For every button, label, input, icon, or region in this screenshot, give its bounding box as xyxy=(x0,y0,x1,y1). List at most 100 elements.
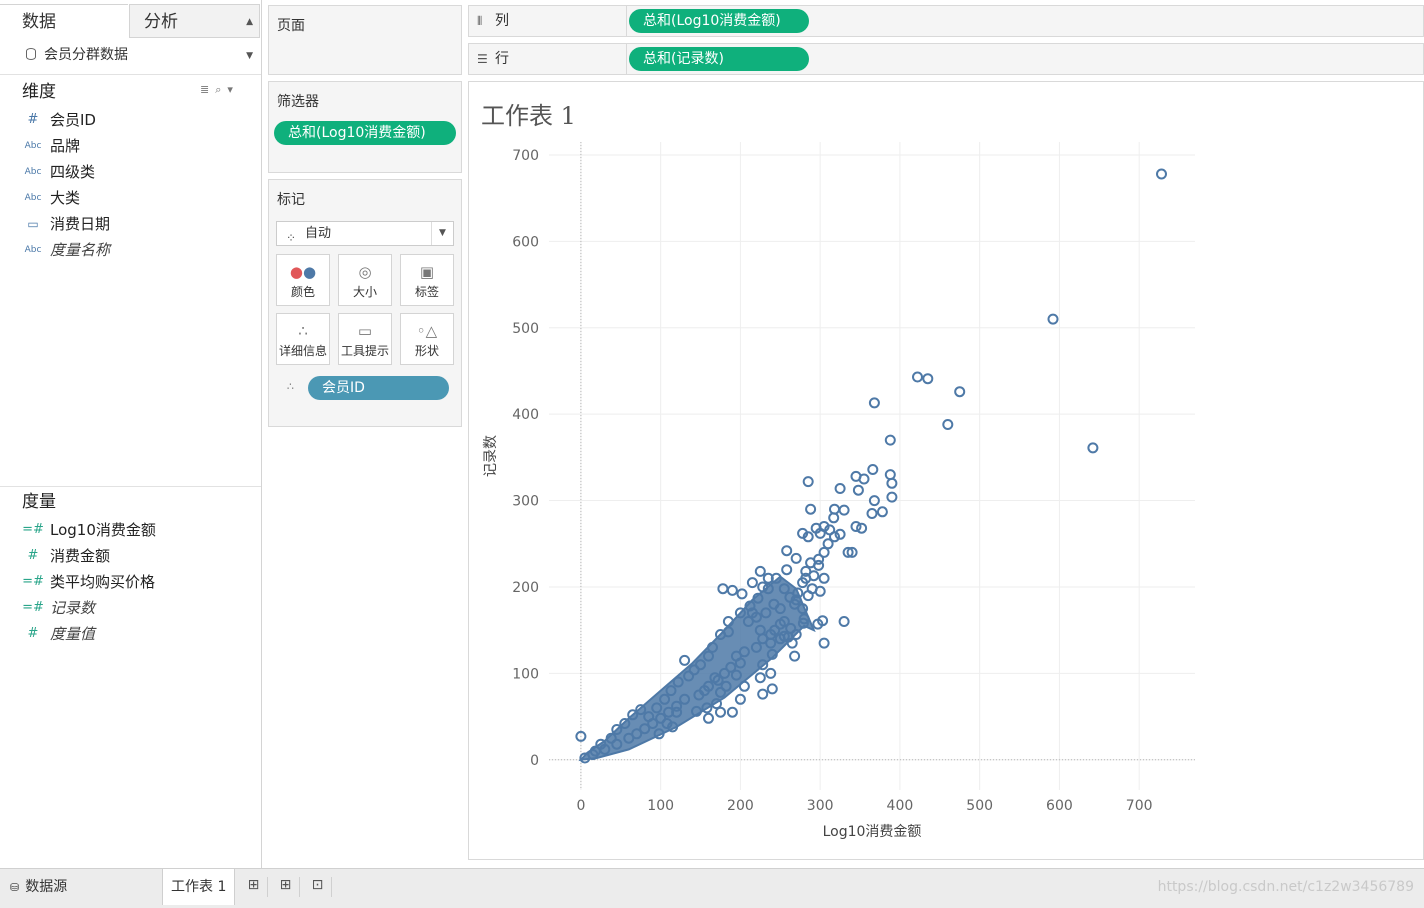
number-icon: # xyxy=(27,112,39,127)
rows-label: 行 xyxy=(495,51,509,67)
filter-pill[interactable]: 总和(Log10消费金额) xyxy=(274,121,456,145)
data-point xyxy=(808,570,820,582)
marks-card: 标记 ⁘ 自动 ▼ ●● 颜色 ◎ 大小 ▣ 标签 ∴ 详细信息 ▭ 工具提示 … xyxy=(268,179,462,427)
automatic-marks-icon: ⁘ xyxy=(286,231,297,245)
database-icon xyxy=(26,48,36,60)
data-point xyxy=(876,506,888,518)
text-label-icon: ▣ xyxy=(419,263,435,281)
data-point xyxy=(746,577,758,589)
field-label: 消费日期 xyxy=(50,215,111,233)
calculated-number-icon: =# xyxy=(22,574,44,589)
measure-field-log10[interactable]: =# Log10消费金额 xyxy=(0,517,260,543)
detail-dots-icon: ∴ xyxy=(298,322,308,340)
field-label: 品牌 xyxy=(50,137,81,155)
color-button[interactable]: ●● 颜色 xyxy=(276,254,330,306)
data-point xyxy=(884,434,896,446)
data-point xyxy=(818,637,830,649)
datasource-tab-label: 数据源 xyxy=(25,879,68,895)
new-story-icon[interactable]: ⊡ xyxy=(304,877,332,897)
detail-button[interactable]: ∴ 详细信息 xyxy=(276,313,330,365)
dimension-field-member-id[interactable]: # 会员ID xyxy=(0,107,260,133)
data-point xyxy=(802,476,814,488)
measures-title: 度量 xyxy=(22,492,56,512)
database-icon: ⛁ xyxy=(10,881,20,894)
data-point xyxy=(838,616,850,627)
y-tick-label: 400 xyxy=(512,407,539,423)
color-button-label: 颜色 xyxy=(290,285,315,299)
dimension-field-date[interactable]: ▭ 消费日期 xyxy=(0,211,260,237)
data-point xyxy=(781,564,793,576)
data-point xyxy=(738,680,750,692)
datasource-tab[interactable]: ⛁ 数据源 xyxy=(10,869,67,905)
columns-label: 列 xyxy=(495,13,509,29)
bottom-tab-bar: ⛁ 数据源 工作表 1 ⊞ ⊞ ⊡ https://blog.csdn.net/c… xyxy=(0,868,1424,908)
filters-card[interactable]: 筛选器 总和(Log10消费金额) xyxy=(268,81,462,173)
detail-member-id-pill[interactable]: 会员ID xyxy=(308,376,449,400)
label-button[interactable]: ▣ 标签 xyxy=(400,254,454,306)
sheet-tab[interactable]: 工作表 1 xyxy=(162,869,236,905)
mark-type-dropdown[interactable]: ⁘ 自动 ▼ xyxy=(276,221,454,246)
divider xyxy=(0,74,261,75)
size-circles-icon: ◎ xyxy=(358,263,372,281)
pages-title: 页面 xyxy=(277,18,305,34)
data-point xyxy=(715,706,726,718)
measure-field-records[interactable]: =# 记录数 xyxy=(0,595,260,621)
measure-field-avg-price[interactable]: =# 类平均购买价格 xyxy=(0,569,260,595)
shape-button[interactable]: ◦△ 形状 xyxy=(400,313,454,365)
worksheet-view[interactable]: 工作表 1 0 100 200 300 400 500 600 700 0 100 200 300 40… xyxy=(468,81,1424,860)
tooltip-button[interactable]: ▭ 工具提示 xyxy=(338,313,392,365)
dimension-field-level4[interactable]: Abc 四级类 xyxy=(0,159,260,185)
chevron-down-icon: ▼ xyxy=(431,222,453,245)
data-point xyxy=(867,464,879,475)
data-point xyxy=(717,583,729,595)
new-dashboard-icon[interactable]: ⊞ xyxy=(272,877,300,897)
data-point xyxy=(790,552,802,564)
data-point xyxy=(754,565,766,577)
data-point xyxy=(789,650,801,662)
tab-data[interactable]: 数据 xyxy=(0,4,128,38)
rows-shelf[interactable]: ☰ 行 总和(记录数) xyxy=(468,43,1424,75)
field-label: 记录数 xyxy=(50,599,96,617)
x-tick-label: 400 xyxy=(887,798,914,814)
dimension-field-category[interactable]: Abc 大类 xyxy=(0,185,260,211)
data-point xyxy=(805,557,817,569)
size-button-label: 大小 xyxy=(352,285,377,299)
filters-title: 筛选器 xyxy=(277,94,319,110)
scatter-chart[interactable]: 0 100 200 300 400 500 600 700 0 100 200 300 400 500 60… xyxy=(469,82,1423,859)
number-icon: # xyxy=(27,548,39,563)
size-button[interactable]: ◎ 大小 xyxy=(338,254,392,306)
calculated-number-icon: =# xyxy=(22,522,44,537)
shape-button-label: 形状 xyxy=(414,344,439,358)
data-point xyxy=(838,504,850,516)
color-palette-icon: ●● xyxy=(289,263,317,281)
data-point xyxy=(1047,313,1059,325)
dimension-field-brand[interactable]: Abc 品牌 xyxy=(0,133,260,159)
columns-shelf[interactable]: ⦀ 列 总和(Log10消费金额) xyxy=(468,5,1424,37)
string-abc-icon: Abc xyxy=(24,193,42,203)
x-tick-label: 100 xyxy=(647,798,674,814)
rows-pill[interactable]: 总和(记录数) xyxy=(629,47,809,71)
field-label: 会员ID xyxy=(50,111,96,129)
data-point xyxy=(754,672,766,684)
data-point xyxy=(858,473,870,485)
search-icon[interactable]: ⌕ xyxy=(215,83,227,96)
data-point xyxy=(942,419,954,430)
new-worksheet-icon[interactable]: ⊞ xyxy=(240,877,268,897)
data-point xyxy=(726,706,738,718)
pages-card[interactable]: 页面 xyxy=(268,5,462,75)
measure-field-amount[interactable]: # 消费金额 xyxy=(0,543,260,569)
tab-analysis[interactable]: 分析 ▲ ▼ xyxy=(129,4,260,61)
x-tick-label: 300 xyxy=(807,798,834,814)
chevron-down-icon[interactable]: ▾ xyxy=(227,83,239,96)
dimension-field-measure-names[interactable]: Abc 度量名称 xyxy=(0,237,260,263)
datasource-item[interactable]: 会员分群数据 xyxy=(26,44,128,66)
columns-pill[interactable]: 总和(Log10消费金额) xyxy=(629,9,809,33)
data-point xyxy=(829,503,840,515)
shapes-icon: ◦△ xyxy=(416,322,438,340)
data-point xyxy=(886,477,898,489)
list-view-icon[interactable]: ≣ xyxy=(200,83,215,96)
x-tick-label: 200 xyxy=(727,798,754,814)
x-axis-title: Log10消费金额 xyxy=(823,824,922,840)
string-abc-icon: Abc xyxy=(24,245,42,255)
measure-field-measure-values[interactable]: # 度量值 xyxy=(0,621,260,647)
